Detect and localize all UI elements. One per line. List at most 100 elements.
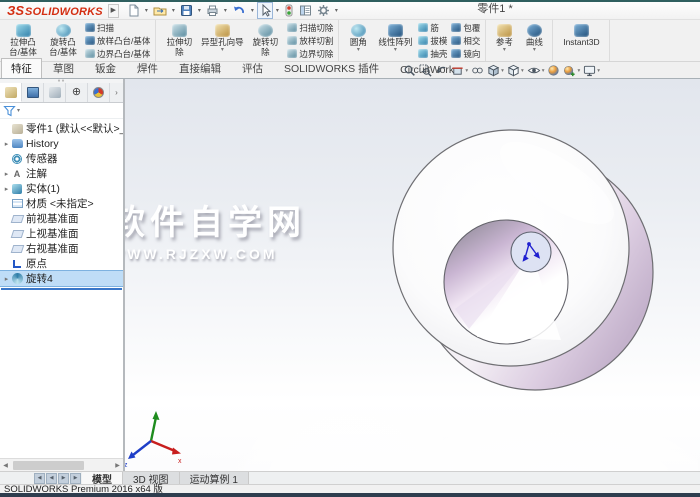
lofted-boss-button[interactable]: 放样凸台/基体	[85, 35, 150, 47]
hide-show-caret[interactable]: ▾	[542, 68, 545, 74]
tree-item-top-plane[interactable]: 上视基准面	[0, 226, 123, 241]
expand-arrow[interactable]: ▸	[2, 275, 11, 283]
tab-features[interactable]: 特征	[1, 58, 42, 78]
revolved-boss-button[interactable]: 旋转凸 台/基体	[43, 21, 83, 60]
panel-horizontal-scrollbar[interactable]: ◀ ▶	[0, 458, 123, 471]
tab-solidworks-addins[interactable]: SOLIDWORKS 插件	[274, 58, 389, 78]
tree-item-right-plane[interactable]: 右视基准面	[0, 241, 123, 256]
fillet-button[interactable]: 圆角 ▾	[342, 21, 374, 60]
rollback-bar[interactable]	[1, 288, 122, 290]
tree-item-annotations[interactable]: ▸ A 注解	[0, 166, 123, 181]
linear-pattern-button[interactable]: 线性阵列 ▾	[374, 21, 416, 60]
tab-3d-views[interactable]: 3D 视图	[123, 472, 180, 486]
filter-funnel-icon[interactable]	[3, 105, 16, 117]
tab-configurationmanager[interactable]	[44, 83, 66, 102]
tab-weldments[interactable]: 焊件	[127, 58, 168, 78]
new-file-button[interactable]	[125, 2, 142, 19]
tab-propertymanager[interactable]	[22, 83, 44, 102]
panel-tabs-overflow-chevron[interactable]: ›	[110, 83, 123, 102]
tab-model[interactable]: 模型	[82, 472, 123, 486]
file-properties-button[interactable]	[297, 2, 314, 19]
hide-show-items-button[interactable]: ▾	[527, 64, 545, 77]
linear-pattern-caret[interactable]: ▾	[394, 47, 397, 53]
tab-direct-editing[interactable]: 直接编辑	[169, 58, 231, 78]
hole-wizard-caret[interactable]: ▾	[221, 47, 224, 53]
graphics-viewport[interactable]: 软件自学网 WWW.RJZXW.COM x z	[125, 79, 700, 471]
tree-item-revolve4[interactable]: ▸ 旋转4	[0, 270, 123, 287]
tree-item-history[interactable]: ▸ History	[0, 136, 123, 151]
tree-item-part-root[interactable]: 零件1 (默认<<默认>_显示状态	[0, 121, 123, 136]
previous-view-button[interactable]	[435, 64, 448, 77]
expand-arrow[interactable]: ▸	[2, 170, 11, 178]
view-orientation-button[interactable]: ▾	[487, 64, 504, 77]
curves-caret[interactable]: ▾	[533, 47, 536, 53]
draft-button[interactable]: 拔模	[418, 35, 447, 47]
new-file-caret[interactable]: ▾	[145, 7, 148, 14]
view-settings-button[interactable]: ▾	[583, 64, 600, 77]
tree-item-front-plane[interactable]: 前视基准面	[0, 211, 123, 226]
scroll-left-arrow[interactable]: ◀	[0, 462, 11, 469]
zoom-area-button[interactable]	[419, 64, 432, 77]
instant3d-button[interactable]: Instant3D	[556, 21, 606, 60]
filter-caret[interactable]: ▾	[17, 107, 20, 114]
tab-scroll-first[interactable]: ◀	[34, 472, 45, 484]
revolved-cut-button[interactable]: 旋转切 除	[245, 21, 285, 60]
print-caret[interactable]: ▾	[224, 7, 227, 14]
options-caret[interactable]: ▾	[335, 7, 338, 14]
section-view-caret[interactable]: ▾	[465, 68, 468, 74]
edit-appearance-button[interactable]	[547, 64, 560, 77]
open-file-caret[interactable]: ▾	[172, 7, 175, 14]
curves-button[interactable]: 曲线 ▾	[519, 21, 549, 60]
save-caret[interactable]: ▾	[198, 7, 201, 14]
undo-button[interactable]	[230, 2, 248, 19]
intersect-button[interactable]: 相交	[451, 35, 480, 47]
tab-scroll-right[interactable]: ▶	[58, 472, 69, 484]
expand-arrow[interactable]: ▸	[2, 140, 11, 148]
undo-caret[interactable]: ▾	[251, 7, 254, 14]
lofted-cut-button[interactable]: 放样切割	[287, 35, 333, 47]
scrollbar-thumb[interactable]	[13, 460, 84, 470]
save-button[interactable]	[178, 2, 195, 19]
options-button[interactable]	[315, 2, 332, 19]
tree-item-sensors[interactable]: 传感器	[0, 151, 123, 166]
menu-flyout-button[interactable]: ▶	[107, 3, 119, 18]
fillet-caret[interactable]: ▾	[357, 47, 360, 53]
tab-scroll-left[interactable]: ◀	[46, 472, 57, 484]
tree-item-solid-bodies[interactable]: ▸ 实体(1)	[0, 181, 123, 196]
open-file-button[interactable]	[151, 2, 169, 19]
wrap-button[interactable]: 包覆	[451, 22, 480, 34]
scroll-right-arrow[interactable]: ▶	[112, 462, 123, 469]
hole-wizard-button[interactable]: 异型孔向导 ▾	[199, 21, 245, 60]
select-caret[interactable]: ▾	[276, 7, 279, 14]
tab-displaymanager[interactable]	[88, 83, 110, 102]
swept-boss-button[interactable]: 扫描	[85, 22, 150, 34]
reference-geometry-button[interactable]: 参考 ▾	[489, 21, 519, 60]
tab-featuremanager-tree[interactable]	[0, 83, 22, 102]
shell-button[interactable]: 抽壳	[418, 48, 447, 60]
apply-scene-button[interactable]: ▾	[563, 64, 580, 77]
display-style-caret[interactable]: ▾	[521, 68, 524, 74]
print-button[interactable]	[204, 2, 221, 19]
view-settings-caret[interactable]: ▾	[597, 68, 600, 74]
tree-item-material[interactable]: 材质 <未指定>	[0, 196, 123, 211]
tab-sketch[interactable]: 草图	[43, 58, 84, 78]
magnified-selection-button[interactable]	[471, 64, 484, 77]
rebuild-button[interactable]	[282, 2, 296, 19]
swept-cut-button[interactable]: 扫描切除	[287, 22, 333, 34]
extruded-boss-button[interactable]: 拉伸凸 台/基体	[3, 21, 43, 60]
view-orientation-caret[interactable]: ▾	[501, 68, 504, 74]
reference-caret[interactable]: ▾	[503, 47, 506, 53]
tab-motion-study-1[interactable]: 运动算例 1	[179, 472, 249, 486]
rib-button[interactable]: 筋	[418, 22, 447, 34]
expand-arrow[interactable]: ▸	[2, 185, 11, 193]
display-style-button[interactable]: ▾	[507, 64, 524, 77]
tab-dimxpertmanager[interactable]: ⊕	[66, 83, 88, 102]
apply-scene-caret[interactable]: ▾	[577, 68, 580, 74]
tab-sheet-metal[interactable]: 钣金	[85, 58, 126, 78]
tab-evaluate[interactable]: 评估	[232, 58, 273, 78]
zoom-fit-button[interactable]	[403, 64, 416, 77]
select-button[interactable]	[256, 2, 273, 19]
tree-item-origin[interactable]: 原点	[0, 256, 123, 271]
mirror-button[interactable]: 镜向	[451, 48, 480, 60]
tab-scroll-last[interactable]: ▶	[70, 472, 81, 484]
